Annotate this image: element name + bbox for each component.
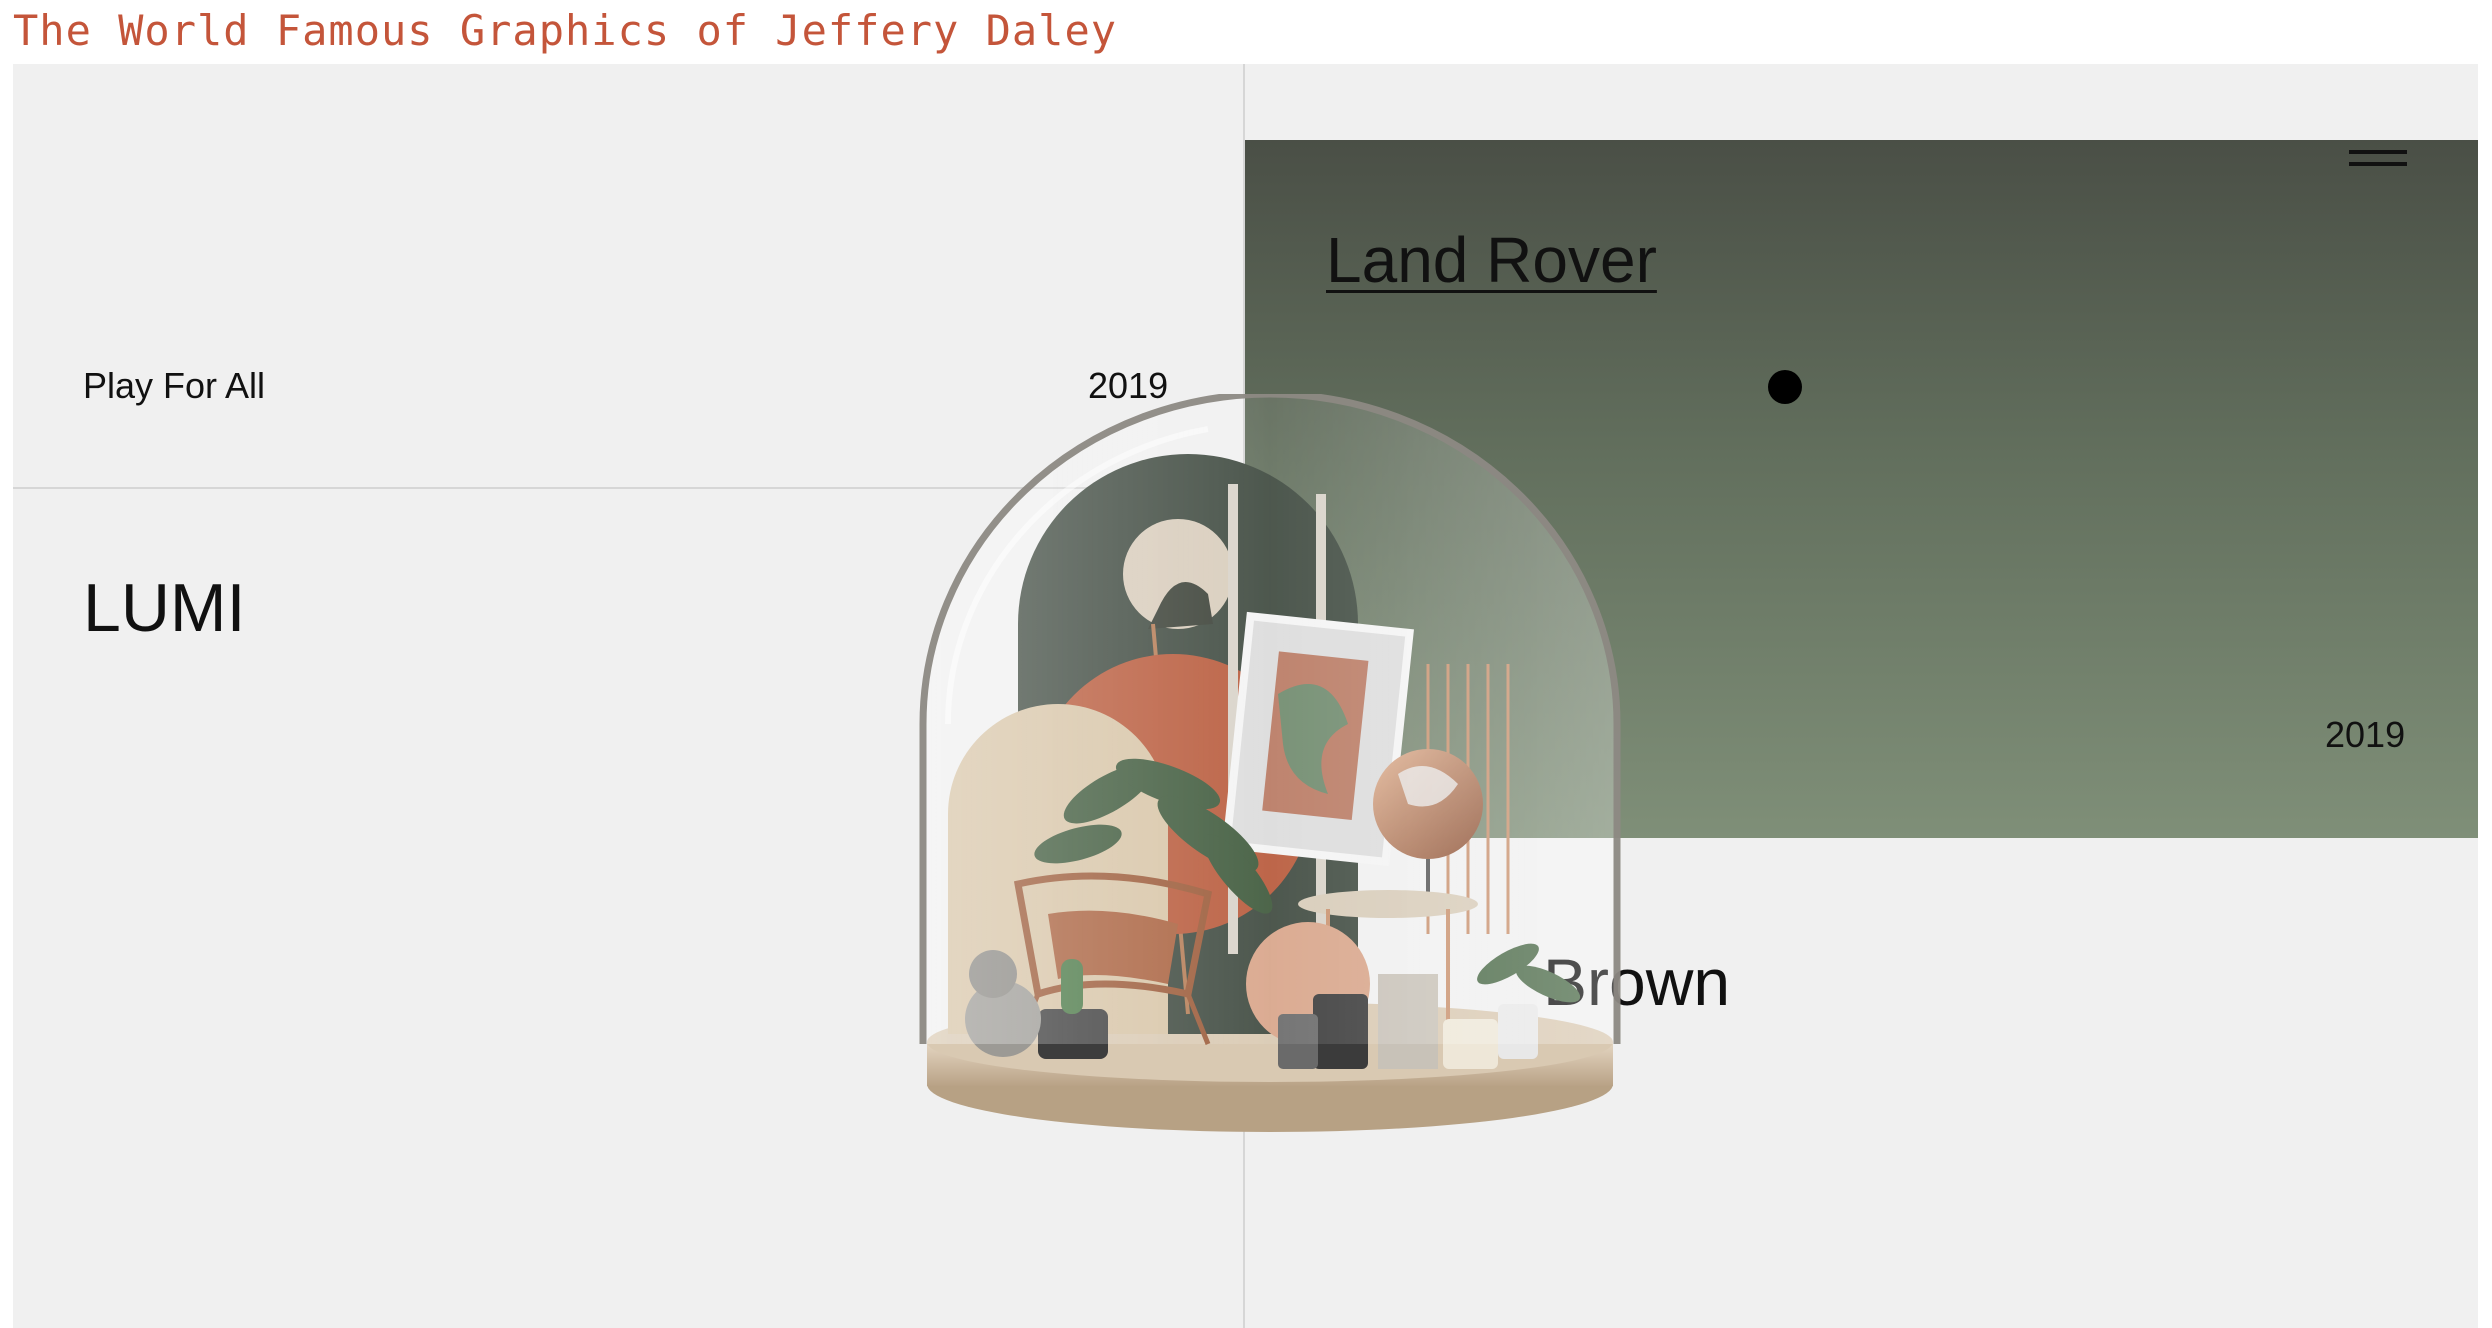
project-land-rover-year: 2019 xyxy=(2325,714,2406,755)
project-land-rover-link[interactable]: Land Rover xyxy=(1326,223,1657,297)
menu-line xyxy=(2349,162,2407,166)
project-play-for-all[interactable]: Play For All xyxy=(83,365,265,407)
dot-cursor-icon xyxy=(1768,370,1802,404)
glass-dome-interior-illustration xyxy=(919,394,1621,1132)
project-canvas: Play For All 2019 LUMI Land Rover 2019 B… xyxy=(13,64,2478,1328)
site-title[interactable]: The World Famous Graphics of Jeffery Dal… xyxy=(13,6,1117,55)
hamburger-icon[interactable] xyxy=(2349,150,2407,174)
project-lumi[interactable]: LUMI xyxy=(83,569,245,647)
menu-line xyxy=(2349,150,2407,154)
